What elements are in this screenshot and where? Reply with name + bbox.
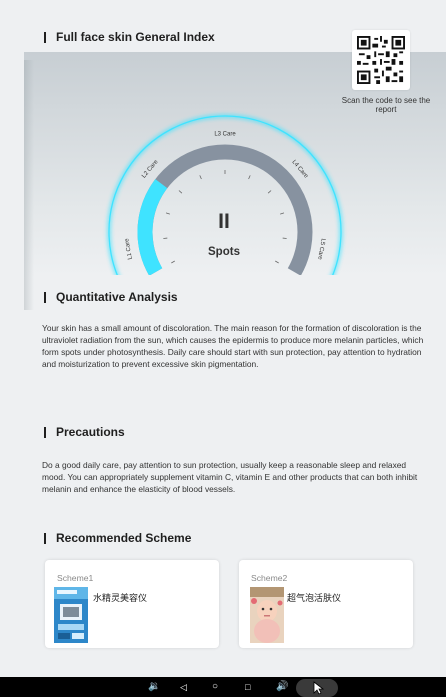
- recents-icon[interactable]: □: [245, 680, 250, 694]
- volume-down-icon[interactable]: 🔉: [148, 680, 160, 694]
- gauge-tick: [275, 260, 279, 264]
- gauge-ring-label: L5 Care: [316, 238, 326, 261]
- qr-code[interactable]: [352, 30, 410, 90]
- home-icon[interactable]: ○: [212, 680, 218, 694]
- skin-index-gauge: L1 Care L2 Care L3 Care L4 Care L5 Care II S…: [107, 114, 343, 275]
- gauge-active-arc: [137, 179, 168, 275]
- gauge-tick: [199, 175, 202, 180]
- gauge-tick: [171, 260, 175, 264]
- qr-caption: Scan the code to see the report: [341, 96, 431, 114]
- recommended-title: Recommended Scheme: [44, 532, 191, 544]
- qr-code-icon: [357, 36, 405, 84]
- system-nav-bar: 🔉 ◁ ○ □ 🔊: [0, 677, 446, 697]
- cursor-icon: [313, 681, 325, 695]
- gauge-tick: [165, 212, 170, 215]
- report-page: Full face skin General Index Scan the co…: [0, 0, 446, 677]
- beauty-device-product-icon: [54, 587, 88, 643]
- back-icon[interactable]: ◁: [180, 680, 187, 694]
- gauge-ring-label: L1 Care: [124, 237, 134, 260]
- analysis-text: Your skin has a small amount of discolor…: [42, 323, 424, 369]
- precautions-title: Precautions: [44, 426, 125, 438]
- analysis-title: Quantitative Analysis: [44, 291, 178, 303]
- gauge-tick: [267, 190, 272, 194]
- gauge-tick: [248, 175, 251, 180]
- gauge-ring-label: L4 Care: [290, 159, 309, 180]
- gauge-center-label: Spots: [208, 246, 240, 258]
- volume-up-icon[interactable]: 🔊: [276, 680, 288, 694]
- gauge-level-symbol: II: [218, 210, 230, 233]
- hero-shade: [24, 60, 34, 310]
- gauge-ring-label: L3 Care: [214, 132, 236, 138]
- gauge-tick: [178, 190, 183, 194]
- scheme-card-1[interactable]: Scheme1 水精灵美容仪: [45, 560, 219, 648]
- scheme-card-2[interactable]: Scheme2 超气泡活肤仪: [239, 560, 413, 648]
- baby-photo-product-icon: [250, 587, 284, 643]
- scheme-label: Scheme2: [251, 573, 288, 583]
- scheme-name: 超气泡活肤仪: [287, 594, 342, 604]
- gauge-tick: [280, 212, 285, 215]
- precautions-text: Do a good daily care, pay attention to s…: [42, 460, 418, 494]
- scheme-label: Scheme1: [57, 573, 94, 583]
- scheme-name: 水精灵美容仪: [93, 594, 148, 604]
- gauge-ring-label: L2 Care: [141, 159, 160, 180]
- page-title: Full face skin General Index: [44, 31, 215, 43]
